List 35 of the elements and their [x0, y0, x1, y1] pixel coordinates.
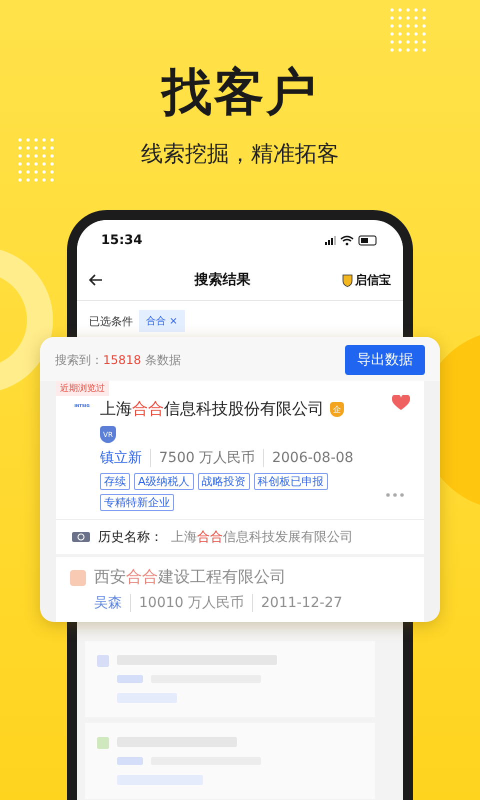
founded-date: 2006-08-08 — [271, 450, 354, 466]
company-tag: 科创板已申报 — [254, 473, 328, 490]
status-icons-drawing — [325, 234, 379, 246]
company-tag: 战略投资 — [198, 473, 250, 490]
history-label: 历史名称： — [98, 529, 163, 546]
dots-pattern-drawing — [18, 138, 56, 184]
enterprise-badge: 企 — [330, 402, 344, 417]
company-name: 上海合合信息科技股份有限公司 — [100, 399, 324, 420]
brand-logo: 启信宝 — [342, 272, 391, 288]
more-icon[interactable] — [386, 493, 404, 497]
back-arrow-icon[interactable] — [89, 274, 103, 286]
filter-label: 已选条件 — [89, 314, 133, 328]
registered-capital: 10010 万人民币 — [131, 594, 253, 612]
registered-capital: 7500 万人民币 — [151, 449, 264, 467]
status-time: 15:34 — [101, 232, 142, 248]
company-tag: 专精特新企业 — [100, 494, 174, 511]
legal-person-link[interactable]: 吴森 — [94, 594, 131, 612]
company-logo-icon — [70, 570, 86, 586]
page-title: 搜索结果 — [194, 271, 250, 289]
heart-icon[interactable] — [392, 395, 410, 411]
dots-pattern-drawing — [390, 8, 428, 54]
company-name: 西安合合建设工程有限公司 — [94, 567, 287, 588]
export-button[interactable]: 导出数据 — [345, 345, 425, 375]
legal-person-link[interactable]: 镇立新 — [100, 449, 151, 467]
company-tag: A级纳税人 — [134, 473, 194, 490]
history-icon — [72, 532, 90, 542]
recent-badge: 近期浏览过 — [56, 381, 109, 396]
founded-date: 2011-12-27 — [260, 595, 344, 611]
company-card[interactable]: 西安合合建设工程有限公司 吴森 10010 万人民币 2011-12-27 — [56, 557, 424, 622]
result-count: 搜索到：15818 条数据 — [55, 352, 182, 368]
filter-chip[interactable]: 合合 × — [139, 310, 185, 332]
history-name: 上海合合信息科技发展有限公司 — [171, 529, 353, 546]
headline: 找客户 — [162, 62, 318, 122]
subtitle: 线索挖掘，精准拓客 — [141, 141, 339, 169]
company-tag: 存续 — [100, 473, 130, 490]
